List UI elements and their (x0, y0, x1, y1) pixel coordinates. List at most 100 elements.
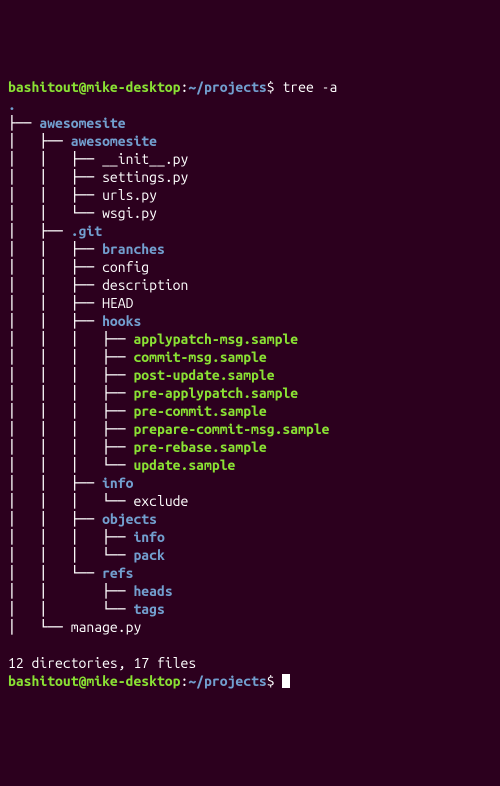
tree-line: │ │ ├── settings.py (8, 169, 188, 185)
tree-line: │ │ ├── info (8, 475, 133, 491)
tree-line: │ │ ├── hooks (8, 313, 141, 329)
tree-node-name: pre-applypatch.sample (133, 385, 298, 401)
prompt-user: bashitout (8, 673, 79, 689)
tree-line: │ │ └── wsgi.py (8, 205, 157, 221)
tree-node-name: .git (71, 223, 102, 239)
tree-line: │ │ │ └── update.sample (8, 457, 235, 473)
tree-line: ├── awesomesite (8, 115, 126, 131)
tree-line: │ ├── .git (8, 223, 102, 239)
tree-node-name: hooks (102, 313, 141, 329)
tree-line: │ │ │ ├── applypatch-msg.sample (8, 331, 298, 347)
prompt-path: ~/projects (188, 79, 266, 95)
tree-line: │ │ │ └── exclude (8, 493, 188, 509)
tree-line: │ ├── awesomesite (8, 133, 157, 149)
tree-node-name: prepare-commit-msg.sample (133, 421, 329, 437)
tree-branch-prefix: │ │ ├── (8, 151, 102, 167)
prompt-line-1: bashitout@mike-desktop:~/projects$ tree … (8, 79, 337, 95)
tree-node-name: info (133, 529, 164, 545)
terminal-output: bashitout@mike-desktop:~/projects$ tree … (8, 78, 492, 690)
prompt-colon: : (181, 673, 189, 689)
command-text: tree -a (282, 79, 337, 95)
tree-line: │ │ ├── branches (8, 241, 165, 257)
tree-branch-prefix: │ │ ├── (8, 583, 133, 599)
tree-branch-prefix: │ │ │ └── (8, 493, 133, 509)
tree-node-name: wsgi.py (102, 205, 157, 221)
tree-branch-prefix: │ │ ├── (8, 313, 102, 329)
tree-line: │ │ │ ├── pre-rebase.sample (8, 439, 267, 455)
tree-node-name: update.sample (133, 457, 235, 473)
tree-node-name: exclude (133, 493, 188, 509)
tree-node-name: objects (102, 511, 157, 527)
tree-branch-prefix: │ │ │ ├── (8, 385, 133, 401)
tree-line: │ │ ├── __init__.py (8, 151, 188, 167)
tree-node-name: urls.py (102, 187, 157, 203)
tree-node-name: awesomesite (39, 115, 125, 131)
tree-branch-prefix: ├── (8, 115, 39, 131)
tree-branch-prefix: │ │ │ ├── (8, 367, 133, 383)
tree-branch-prefix: │ │ │ ├── (8, 403, 133, 419)
tree-line: . (8, 97, 16, 113)
tree-line: │ │ └── refs (8, 565, 133, 581)
tree-line: │ │ ├── objects (8, 511, 157, 527)
tree-line: │ │ │ ├── pre-applypatch.sample (8, 385, 298, 401)
tree-branch-prefix: │ │ │ ├── (8, 439, 133, 455)
prompt-dollar: $ (267, 79, 283, 95)
tree-branch-prefix: │ │ ├── (8, 187, 102, 203)
tree-line: │ │ │ ├── pre-commit.sample (8, 403, 267, 419)
tree-summary: 12 directories, 17 files (8, 655, 196, 671)
tree-branch-prefix: │ │ │ └── (8, 457, 133, 473)
tree-line: │ │ │ ├── prepare-commit-msg.sample (8, 421, 329, 437)
prompt-host: mike-desktop (86, 673, 180, 689)
tree-branch-prefix: │ │ ├── (8, 295, 102, 311)
tree-node-name: post-update.sample (133, 367, 274, 383)
tree-node-name: settings.py (102, 169, 188, 185)
prompt-user: bashitout (8, 79, 79, 95)
tree-node-name: config (102, 259, 149, 275)
tree-branch-prefix: │ │ └── (8, 205, 102, 221)
prompt-dollar: $ (267, 673, 283, 689)
tree-branch-prefix: │ │ │ ├── (8, 331, 133, 347)
tree-node-name: pack (133, 547, 164, 563)
tree-branch-prefix: │ │ │ └── (8, 547, 133, 563)
tree-branch-prefix: │ │ │ ├── (8, 349, 133, 365)
tree-branch-prefix: │ │ ├── (8, 511, 102, 527)
tree-node-name: awesomesite (71, 133, 157, 149)
prompt-line-2: bashitout@mike-desktop:~/projects$ (8, 673, 290, 689)
tree-line: │ │ │ ├── post-update.sample (8, 367, 275, 383)
tree-node-name: applypatch-msg.sample (133, 331, 298, 347)
tree-branch-prefix: │ │ ├── (8, 241, 102, 257)
tree-line: │ │ │ └── pack (8, 547, 165, 563)
tree-line: │ └── manage.py (8, 619, 141, 635)
tree-line: │ │ │ ├── commit-msg.sample (8, 349, 267, 365)
cursor-icon[interactable] (282, 674, 290, 688)
tree-node-name: branches (102, 241, 165, 257)
tree-node-name: description (102, 277, 188, 293)
tree-line: │ │ ├── description (8, 277, 188, 293)
tree-branch-prefix: │ ├── (8, 223, 71, 239)
tree-branch-prefix: │ │ ├── (8, 277, 102, 293)
prompt-host: mike-desktop (86, 79, 180, 95)
tree-node-name: pre-commit.sample (133, 403, 266, 419)
tree-node-name: pre-rebase.sample (133, 439, 266, 455)
tree-branch-prefix: │ │ │ ├── (8, 529, 133, 545)
tree-line: │ │ ├── heads (8, 583, 173, 599)
tree-line: │ │ └── tags (8, 601, 165, 617)
tree-node-name: info (102, 475, 133, 491)
tree-node-name: commit-msg.sample (133, 349, 266, 365)
tree-output: . ├── awesomesite │ ├── awesomesite │ │ … (8, 96, 492, 636)
tree-branch-prefix: │ │ └── (8, 565, 102, 581)
tree-branch-prefix: │ │ ├── (8, 259, 102, 275)
tree-node-name: tags (133, 601, 164, 617)
tree-branch-prefix: │ │ ├── (8, 169, 102, 185)
tree-line: │ │ ├── urls.py (8, 187, 157, 203)
tree-node-name: HEAD (102, 295, 133, 311)
tree-branch-prefix: │ │ └── (8, 601, 133, 617)
prompt-path: ~/projects (188, 673, 266, 689)
tree-node-name: . (8, 97, 16, 113)
tree-line: │ │ ├── HEAD (8, 295, 133, 311)
tree-node-name: heads (133, 583, 172, 599)
tree-node-name: refs (102, 565, 133, 581)
tree-branch-prefix: │ │ ├── (8, 475, 102, 491)
tree-branch-prefix: │ │ │ ├── (8, 421, 133, 437)
tree-branch-prefix: │ └── (8, 619, 71, 635)
